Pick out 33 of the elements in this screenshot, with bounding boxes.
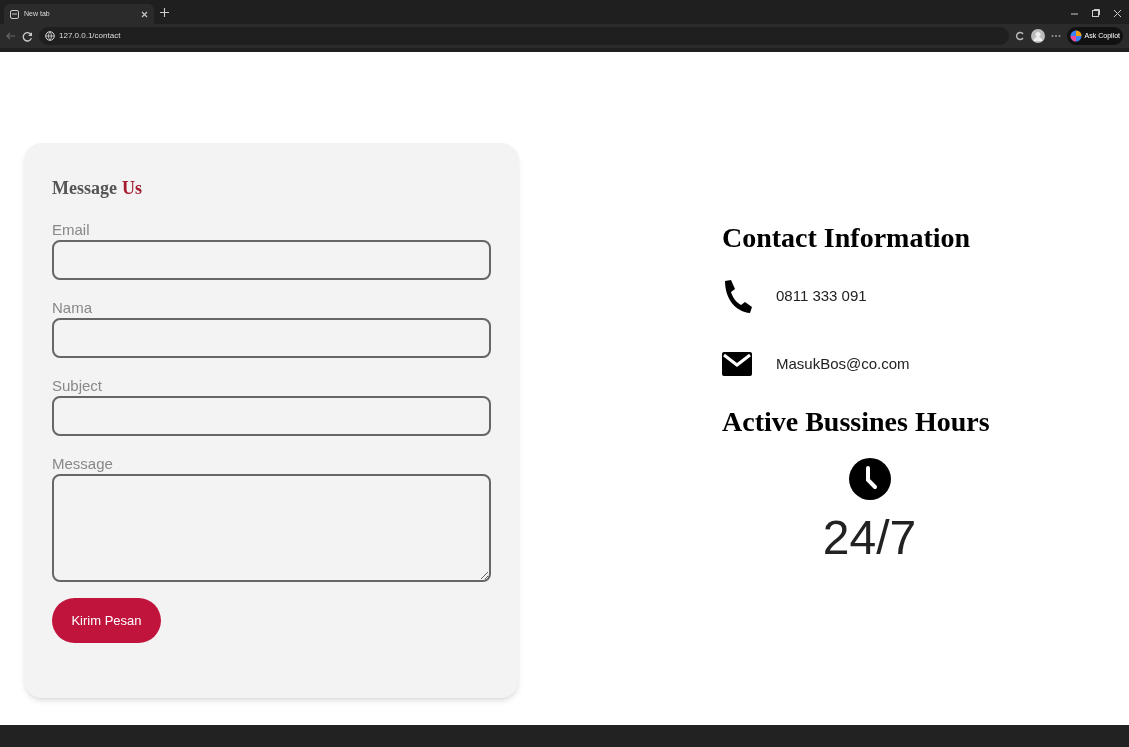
contact-title: Contact Information [722,224,972,252]
new-tab-icon[interactable] [160,8,169,17]
address-text: 127.0.0.1/contact [59,30,121,42]
mail-icon [722,352,752,376]
reload-icon[interactable] [22,30,33,42]
phone-number: 0811 333 091 [776,285,867,306]
profile-icon[interactable] [1030,29,1045,43]
page-icon [10,9,19,19]
back-icon[interactable] [6,31,16,41]
form-title: Message [52,177,117,200]
field-label: Email [52,222,91,237]
restore-icon[interactable] [1092,9,1100,17]
email-address: MasukBos@co.com [776,353,910,374]
message-field[interactable] [52,474,491,582]
input-field[interactable] [52,240,491,280]
address-bar[interactable]: 127.0.0.1/contact [39,27,1009,45]
close-window-icon[interactable] [1114,9,1121,17]
copilot-icon [1069,30,1082,42]
form-title-accent: Us [122,177,142,200]
input-field[interactable] [52,318,491,358]
clock-icon [848,458,891,500]
refresh-icon[interactable] [1014,31,1025,41]
more-icon[interactable] [1050,34,1061,38]
hours-text: 24/7 [822,514,917,562]
hours-title: Active Bussines Hours [722,408,991,436]
globe-icon [45,31,55,41]
field-label: Nama [52,300,93,315]
field-label: Message [52,456,114,471]
phone-icon [722,279,752,313]
submit-button[interactable]: Kirim Pesan [52,598,161,643]
field-label: Subject [52,378,104,393]
input-field[interactable] [52,396,491,436]
close-icon[interactable] [141,10,148,18]
